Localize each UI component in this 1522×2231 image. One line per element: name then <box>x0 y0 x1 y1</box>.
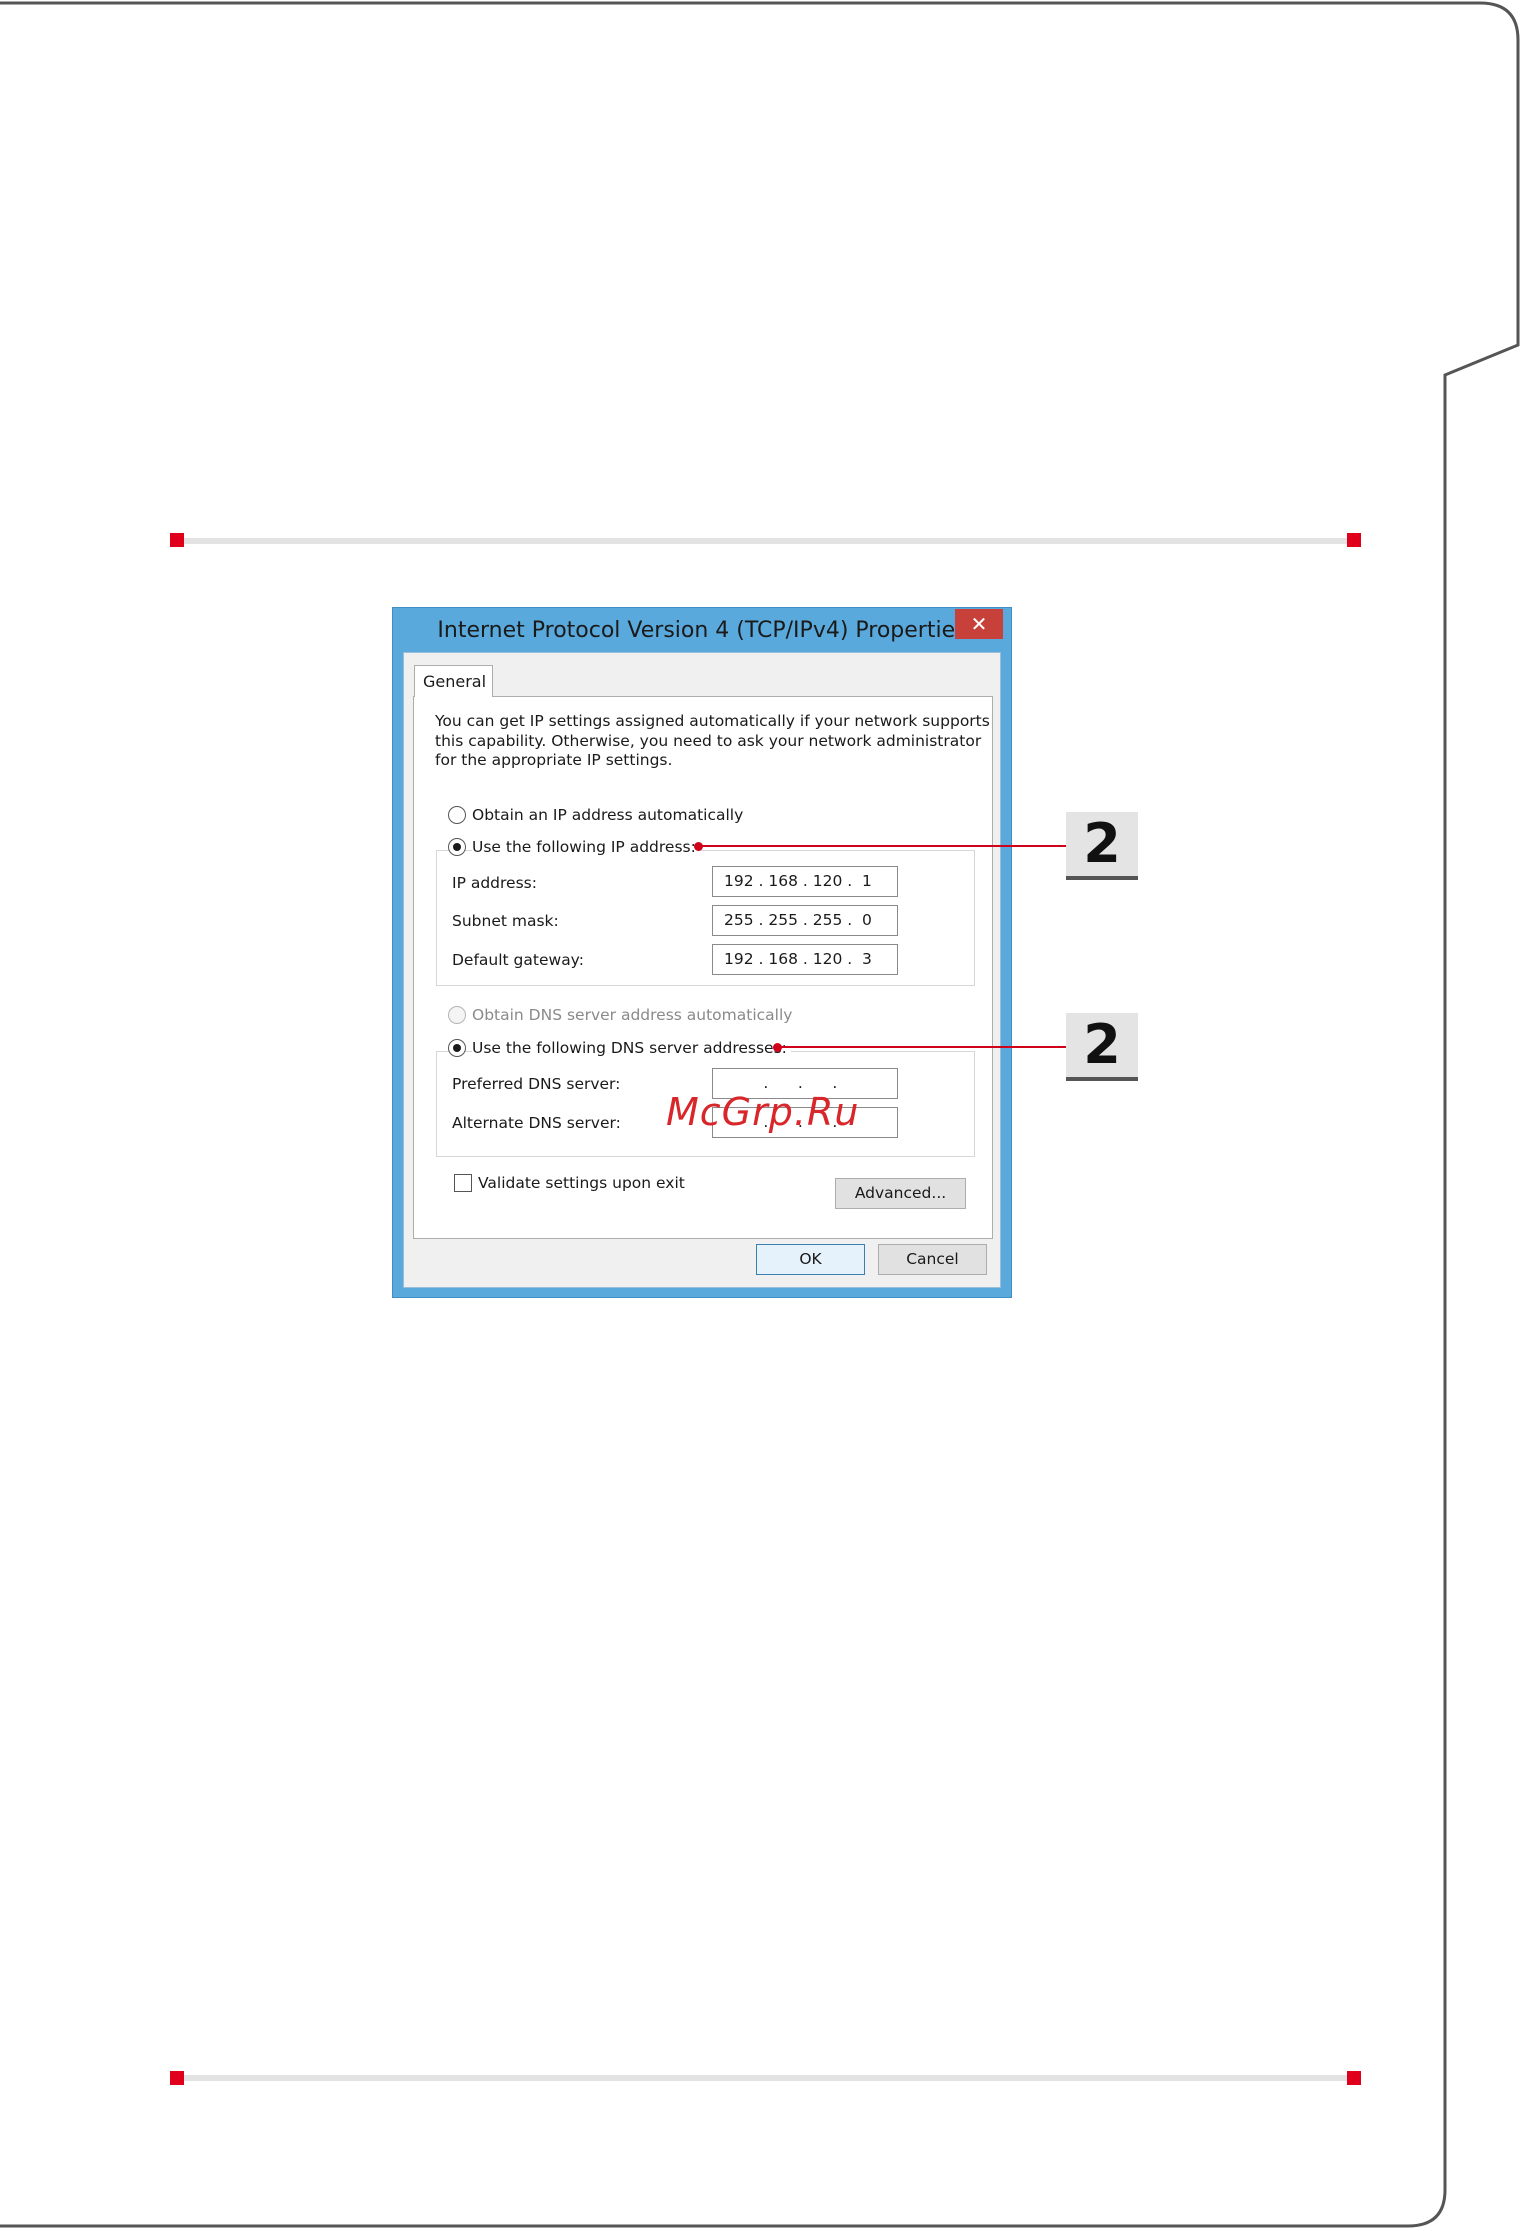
use-following-dns-radio[interactable] <box>448 1039 466 1057</box>
default-gateway-label: Default gateway: <box>452 951 584 969</box>
advanced-button[interactable]: Advanced... <box>835 1178 966 1209</box>
callout-leader-dns <box>779 1046 1066 1048</box>
use-following-ip-label[interactable]: Use the following IP address: <box>472 838 700 856</box>
subnet-mask-label: Subnet mask: <box>452 912 559 930</box>
intro-line: You can get IP settings assigned automat… <box>435 712 990 730</box>
ip-address-input[interactable]: 192 . 168 . 120 . 1 <box>712 866 898 897</box>
watermark-text: McGrp.Ru <box>666 1090 860 1134</box>
obtain-ip-auto-label[interactable]: Obtain an IP address automatically <box>472 806 743 824</box>
bottom-divider-rule <box>176 2075 1356 2081</box>
use-following-dns-label[interactable]: Use the following DNS server addresses: <box>472 1039 791 1057</box>
close-button[interactable]: ✕ <box>955 609 1003 639</box>
top-rule-right-marker <box>1347 533 1361 547</box>
intro-text: You can get IP settings assigned automat… <box>435 712 990 771</box>
top-rule-left-marker <box>170 533 184 547</box>
callout-leader-ip <box>700 845 1066 847</box>
preferred-dns-label: Preferred DNS server: <box>452 1075 621 1093</box>
validate-settings-checkbox[interactable] <box>454 1174 472 1192</box>
callout-badge-ip: 2 <box>1066 812 1138 880</box>
obtain-ip-auto-radio[interactable] <box>448 806 466 824</box>
obtain-dns-auto-radio[interactable] <box>448 1006 466 1024</box>
tab-general[interactable]: General <box>414 665 493 697</box>
use-following-ip-radio[interactable] <box>448 838 466 856</box>
alternate-dns-label: Alternate DNS server: <box>452 1114 621 1132</box>
obtain-dns-auto-label[interactable]: Obtain DNS server address automatically <box>472 1006 792 1024</box>
subnet-mask-input[interactable]: 255 . 255 . 255 . 0 <box>712 905 898 936</box>
dialog-title: Internet Protocol Version 4 (TCP/IPv4) P… <box>437 618 967 643</box>
close-icon: ✕ <box>970 612 988 636</box>
ip-address-label: IP address: <box>452 874 537 892</box>
bottom-rule-right-marker <box>1347 2071 1361 2085</box>
default-gateway-input[interactable]: 192 . 168 . 120 . 3 <box>712 944 898 975</box>
intro-line: for the appropriate IP settings. <box>435 751 673 769</box>
callout-badge-dns: 2 <box>1066 1013 1138 1081</box>
top-divider-rule <box>176 538 1356 544</box>
ok-button[interactable]: OK <box>756 1244 865 1275</box>
ipv4-properties-dialog: Internet Protocol Version 4 (TCP/IPv4) P… <box>392 607 1012 1298</box>
cancel-button[interactable]: Cancel <box>878 1244 987 1275</box>
intro-line: this capability. Otherwise, you need to … <box>435 731 982 750</box>
validate-settings-label[interactable]: Validate settings upon exit <box>478 1174 685 1192</box>
bottom-rule-left-marker <box>170 2071 184 2085</box>
